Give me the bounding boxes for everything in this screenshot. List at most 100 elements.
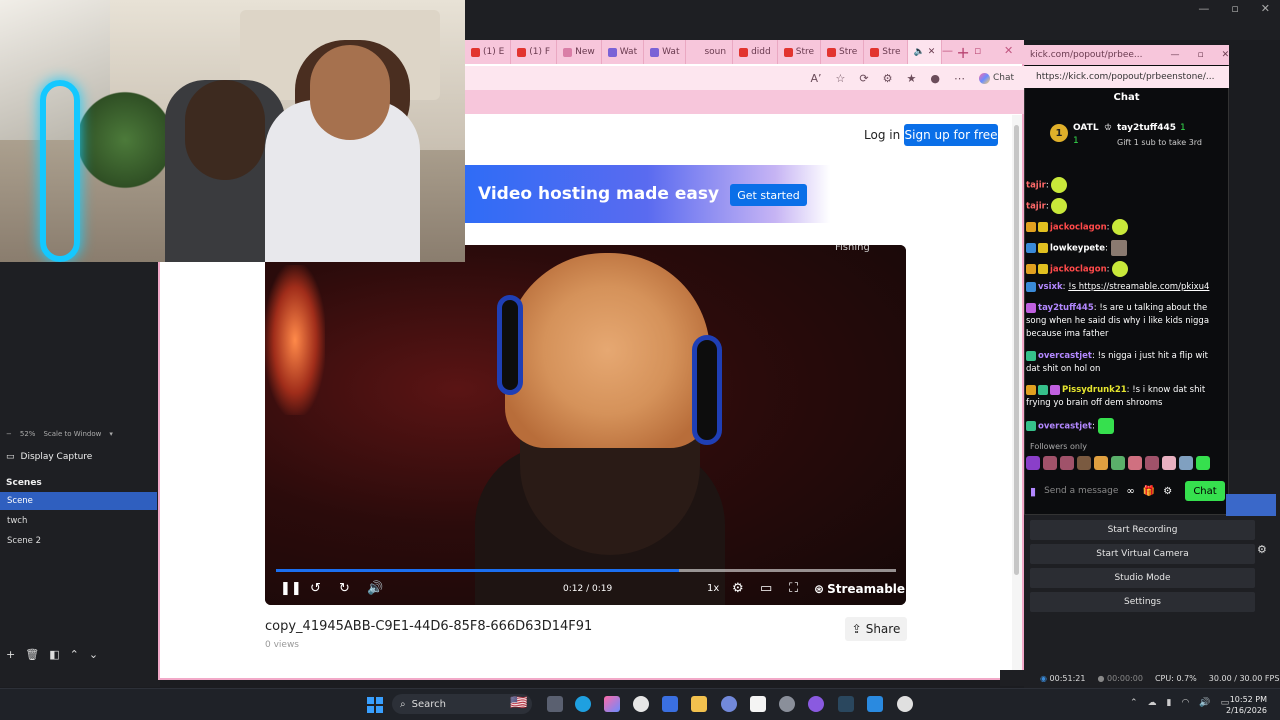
progress-bar[interactable] (276, 569, 896, 572)
emote-icon[interactable] (1077, 456, 1091, 470)
tab-7[interactable]: Stre (778, 40, 822, 64)
tab-2[interactable]: New (557, 40, 602, 64)
app-icon[interactable] (867, 696, 883, 712)
signup-button[interactable]: Sign up for free (904, 124, 998, 146)
studio-mode-button[interactable]: Studio Mode (1030, 568, 1255, 588)
kick-close-icon[interactable]: ✕ (1222, 50, 1230, 60)
settings-button[interactable]: Settings (1030, 592, 1255, 612)
chat-username[interactable]: overcastjet (1038, 351, 1092, 361)
emote-icon[interactable] (1196, 456, 1210, 470)
emote-icon[interactable] (1179, 456, 1193, 470)
emote-icon[interactable] (1060, 456, 1074, 470)
delete-scene-icon[interactable]: 🗑 (25, 648, 39, 661)
kick-address-bar[interactable]: https://kick.com/popout/prbeenstone/... (1024, 66, 1229, 88)
chat-username[interactable]: jackoclagon (1050, 223, 1107, 233)
emote-icon[interactable] (1128, 456, 1142, 470)
volume-icon[interactable]: 🔊 (1199, 698, 1210, 708)
close-icon[interactable]: ✕ (1261, 2, 1270, 15)
copilot-chat-button[interactable]: Chat (978, 72, 1014, 84)
browser-maximize-icon[interactable]: ▫ (974, 44, 981, 57)
scale-mode-dropdown[interactable]: Scale to Window (43, 430, 101, 438)
emote-icon[interactable] (1026, 456, 1040, 470)
kick-maximize-icon[interactable]: ▫ (1197, 50, 1203, 60)
browser-close-icon[interactable]: ✕ (1004, 44, 1013, 57)
source-item[interactable]: ▭ Display Capture (0, 449, 160, 465)
tab-9[interactable]: Stre (864, 40, 908, 64)
chevron-up-icon[interactable]: ⌃ (1130, 698, 1138, 708)
tab-0[interactable]: (1) E (465, 40, 512, 64)
playback-speed[interactable]: 1x (707, 583, 719, 594)
obs-stream-button[interactable] (1226, 494, 1276, 516)
obs-window-controls[interactable]: — ▫ ✕ (1198, 2, 1270, 15)
emote-icon[interactable] (1043, 456, 1057, 470)
read-aloud-icon[interactable]: Aʼ (810, 72, 821, 85)
tab-8[interactable]: Stre (821, 40, 865, 64)
gift-cta[interactable]: Gift 1 sub to take 3rd (1117, 138, 1202, 147)
chat-username[interactable]: tajir (1026, 202, 1046, 212)
start-virtual-camera-button[interactable]: Start Virtual Camera (1030, 544, 1255, 564)
tab-3[interactable]: Wat (602, 40, 645, 64)
add-scene-icon[interactable]: + (6, 648, 15, 661)
zoom-out-icon[interactable]: − (6, 430, 12, 438)
settings-gear-icon[interactable] (779, 696, 795, 712)
alien-icon[interactable] (633, 696, 649, 712)
favorites-icon[interactable]: ★ (906, 72, 916, 85)
store-icon[interactable] (662, 696, 678, 712)
mic-icon[interactable]: ▮ (1167, 698, 1172, 708)
chat-username[interactable]: overcastjet (1038, 422, 1092, 432)
chat-username[interactable]: Pissydrunk21 (1062, 385, 1127, 395)
login-link[interactable]: Log in (864, 128, 900, 142)
emote-icon[interactable] (1145, 456, 1159, 470)
taskbar-clock[interactable]: 10:52 PM 2/16/2026 (1226, 694, 1267, 716)
move-down-icon[interactable]: ⌄ (89, 648, 98, 661)
infinity-icon[interactable]: ∞ (1126, 486, 1134, 497)
refresh-icon[interactable]: ⟳ (859, 72, 868, 85)
copilot-icon[interactable] (604, 696, 620, 712)
scene-item[interactable]: twch (0, 512, 157, 530)
tab-active[interactable]: 🔈 ✕ (907, 40, 943, 64)
tab-4[interactable]: Wat (644, 40, 687, 64)
virtual-camera-settings-icon[interactable]: ⚙ (1257, 543, 1275, 563)
chevron-down-icon[interactable]: ▾ (109, 430, 113, 438)
chat-input[interactable]: ▮ Send a message ∞ 🎁 ⚙ (1030, 478, 1180, 504)
emote-icon[interactable] (1162, 456, 1176, 470)
cloud-icon[interactable]: ☁ (1148, 698, 1157, 708)
minimize-icon[interactable]: — (1198, 2, 1209, 15)
obs-icon[interactable] (897, 696, 913, 712)
chat-username[interactable]: jackoclagon (1050, 265, 1107, 275)
document-icon[interactable] (750, 696, 766, 712)
extensions-icon[interactable]: ⚙ (883, 72, 893, 85)
scrollbar-thumb[interactable] (1014, 125, 1019, 575)
wifi-icon[interactable]: ◠ (1182, 698, 1190, 708)
app-icon[interactable] (808, 696, 824, 712)
emote-icon[interactable] (1111, 456, 1125, 470)
gift-user-left[interactable]: OATL (1073, 123, 1099, 133)
video-player[interactable]: Fishing ❚❚ ↺ ↻ 🔊 0:12 / 0:19 1x ⚙ ▭ ⛶ ⊛ S… (265, 245, 906, 605)
streamable-logo[interactable]: ⊛ Streamable (814, 582, 905, 596)
share-button[interactable]: ⇪ Share (845, 617, 907, 641)
edge-icon[interactable] (575, 696, 591, 712)
discord-icon[interactable] (721, 696, 737, 712)
chat-username[interactable]: vsixk (1038, 282, 1063, 292)
pause-icon[interactable]: ❚❚ (280, 581, 302, 596)
kick-minimize-icon[interactable]: — (1170, 50, 1179, 60)
browser-minimize-icon[interactable]: — (942, 44, 953, 57)
filters-icon[interactable]: ◧ (49, 648, 59, 661)
volume-icon[interactable]: 🔊 (367, 581, 383, 596)
tab-1[interactable]: (1) F (511, 40, 558, 64)
gift-icon[interactable]: 🎁 (1143, 486, 1155, 497)
task-view-icon[interactable] (547, 696, 563, 712)
fullscreen-icon[interactable]: ⛶ (789, 581, 798, 596)
more-icon[interactable]: ⋯ (954, 72, 965, 85)
start-recording-button[interactable]: Start Recording (1030, 520, 1255, 540)
scene-item[interactable]: Scene 2 (0, 532, 157, 550)
favorite-star-icon[interactable]: ☆ (836, 72, 846, 85)
chat-username[interactable]: tay2tuff445 (1038, 303, 1094, 313)
get-started-button[interactable]: Get started (730, 184, 807, 206)
new-tab-icon[interactable]: + (956, 43, 969, 62)
picture-in-picture-icon[interactable]: ▭ (760, 581, 772, 596)
profile-icon[interactable]: ● (930, 72, 940, 85)
emote-picker-row[interactable] (1026, 456, 1210, 470)
settings-gear-icon[interactable]: ⚙ (1163, 486, 1172, 497)
tab-6[interactable]: didd (733, 40, 778, 64)
